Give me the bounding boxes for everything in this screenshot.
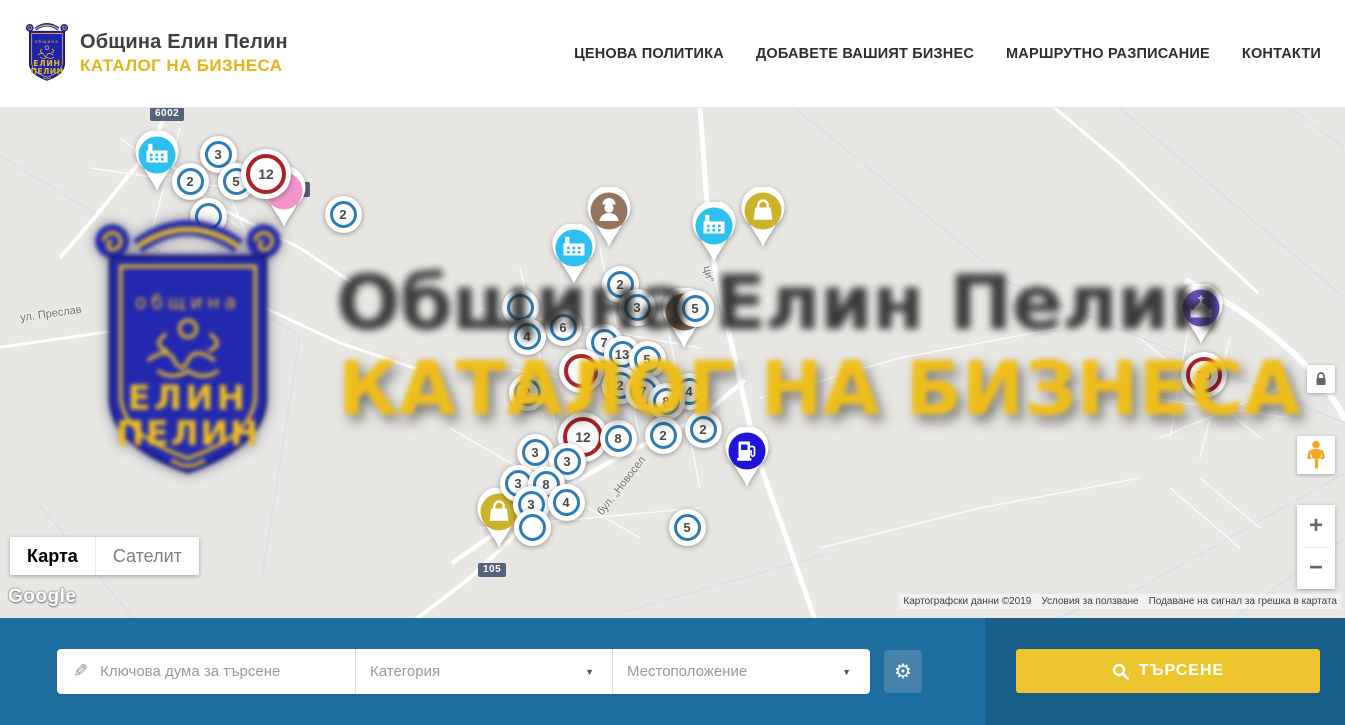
- cluster-marker[interactable]: 5: [669, 509, 706, 546]
- nav-contacts[interactable]: КОНТАКТИ: [1242, 46, 1321, 62]
- pegman-button[interactable]: [1297, 436, 1335, 474]
- attribution-terms-link[interactable]: Условия за ползване: [1041, 596, 1138, 607]
- category-pin-factory[interactable]: [548, 224, 600, 291]
- map-attribution: Картографски данни ©2019 Условия за полз…: [899, 594, 1341, 609]
- nav-pricing-policy[interactable]: ЦЕНОВА ПОЛИТИКА: [574, 46, 724, 62]
- cluster-marker[interactable]: 2: [685, 411, 722, 448]
- cluster-marker[interactable]: 2: [509, 374, 546, 411]
- category-pin-bag[interactable]: [737, 187, 789, 254]
- cluster-marker[interactable]: 8: [648, 383, 685, 420]
- cluster-marker[interactable]: 5: [677, 290, 714, 327]
- cluster-marker[interactable]: 6: [545, 309, 582, 346]
- attribution-copyright: Картографски данни ©2019: [903, 596, 1031, 607]
- search-icon: [1112, 663, 1129, 680]
- cluster-marker[interactable]: 12: [241, 149, 291, 199]
- category-select-label: Категория: [370, 663, 585, 680]
- search-input-group: ✎ Категория ▼ Местоположение ▼: [57, 649, 870, 694]
- location-select[interactable]: Местоположение ▼: [612, 649, 869, 694]
- municipality-crest-icon: община ЕЛИН ПЕЛИН: [24, 22, 70, 85]
- cluster-marker[interactable]: [559, 349, 603, 393]
- pegman-icon: [1307, 440, 1325, 470]
- cluster-marker[interactable]: 8: [600, 420, 637, 457]
- map-type-control: Карта Сателит: [10, 537, 199, 575]
- nav-add-your-business[interactable]: ДОБАВЕТЕ ВАШИЯТ БИЗНЕС: [756, 46, 974, 62]
- gear-icon: ⚙: [894, 661, 912, 683]
- cluster-marker[interactable]: 4: [548, 484, 585, 521]
- site-subtitle: КАТАЛОГ НА БИЗНЕСА: [80, 56, 288, 76]
- category-select[interactable]: Категория ▼: [355, 649, 612, 694]
- google-logo[interactable]: Google: [8, 586, 76, 608]
- road-label: 105: [478, 563, 506, 577]
- site-title: Община Елин Пелин: [80, 31, 288, 54]
- nav-route-schedule[interactable]: МАРШРУТНО РАЗПИСАНИЕ: [1006, 46, 1210, 62]
- map-type-map-button[interactable]: Карта: [10, 537, 95, 575]
- keyword-segment: ✎: [57, 649, 355, 694]
- keyword-search-input[interactable]: [100, 663, 343, 680]
- category-pin-church[interactable]: [1175, 284, 1227, 351]
- cluster-marker[interactable]: [514, 509, 551, 546]
- zoom-control: + −: [1297, 505, 1335, 589]
- page: община ЕЛИН ПЕЛИН Община Елин Пелин КАТА…: [0, 0, 1345, 725]
- search-bar: ✎ Категория ▼ Местоположение ▼ ⚙ ТЪРСЕНЕ: [0, 618, 1345, 725]
- cluster-marker[interactable]: 2: [172, 163, 209, 200]
- zoom-out-button[interactable]: −: [1297, 548, 1335, 590]
- cluster-marker[interactable]: 4: [509, 318, 546, 355]
- site-logo[interactable]: община ЕЛИН ПЕЛИН Община Елин Пелин КАТА…: [24, 22, 288, 85]
- cluster-marker[interactable]: [190, 198, 227, 235]
- svg-text:ПЕЛИН: ПЕЛИН: [31, 67, 64, 76]
- search-button[interactable]: ТЪРСЕНЕ: [1016, 649, 1320, 693]
- chevron-down-icon: ▼: [842, 667, 851, 677]
- header: община ЕЛИН ПЕЛИН Община Елин Пелин КАТА…: [0, 0, 1345, 108]
- main-nav: ЦЕНОВА ПОЛИТИКА ДОБАВЕТЕ ВАШИЯТ БИЗНЕС М…: [574, 0, 1321, 108]
- svg-text:община: община: [35, 39, 59, 44]
- road-label: 6002: [150, 108, 184, 121]
- cluster-marker[interactable]: 2: [325, 196, 362, 233]
- lock-icon: [1314, 371, 1328, 387]
- map-type-satellite-button[interactable]: Сателит: [95, 537, 199, 575]
- advanced-search-gear-button[interactable]: ⚙: [884, 650, 922, 693]
- lock-button[interactable]: [1307, 365, 1335, 393]
- location-select-label: Местоположение: [627, 663, 842, 680]
- map-canvas[interactable]: 6002 105 ул. Преслав бул. „Новосел ци“ 3…: [0, 108, 1345, 618]
- cluster-marker[interactable]: 3: [619, 289, 656, 326]
- pencil-icon: ✎: [73, 661, 88, 682]
- category-pin-factory[interactable]: [688, 202, 740, 269]
- svg-text:ЕЛИН: ЕЛИН: [33, 59, 60, 68]
- zoom-in-button[interactable]: +: [1297, 505, 1335, 547]
- cluster-marker[interactable]: 2: [645, 417, 682, 454]
- chevron-down-icon: ▼: [585, 667, 594, 677]
- search-button-label: ТЪРСЕНЕ: [1139, 662, 1224, 680]
- attribution-report-error-link[interactable]: Подаване на сигнал за грешка в картата: [1149, 596, 1337, 607]
- cluster-marker[interactable]: 10: [1181, 352, 1227, 398]
- category-pin-fuel[interactable]: [721, 427, 773, 494]
